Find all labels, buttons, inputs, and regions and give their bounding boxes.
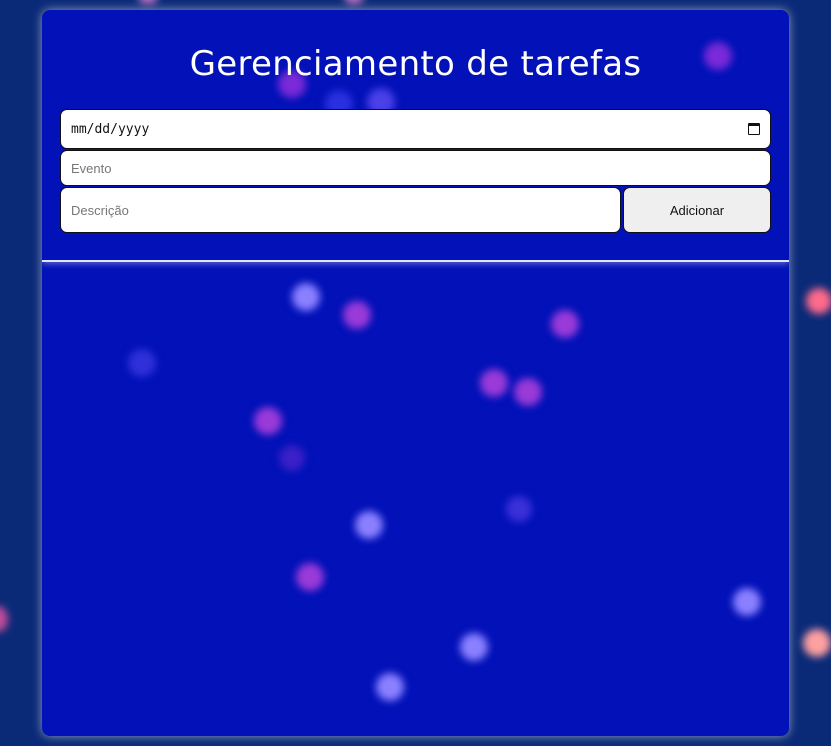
page-title: Gerenciamento de tarefas xyxy=(189,44,642,84)
date-placeholder: mm/dd/yyyy xyxy=(71,121,150,137)
particle xyxy=(0,606,8,632)
form-header: Gerenciamento de tarefas mm/dd/yyyy Even… xyxy=(42,10,789,262)
evento-input[interactable]: Evento xyxy=(60,150,771,186)
descricao-placeholder: Descrição xyxy=(71,202,129,218)
date-input[interactable]: mm/dd/yyyy xyxy=(60,109,771,149)
page-background: Gerenciamento de tarefas mm/dd/yyyy Even… xyxy=(0,0,831,746)
particle xyxy=(803,629,831,657)
task-list xyxy=(42,262,789,736)
add-button[interactable]: Adicionar xyxy=(623,187,771,233)
task-panel: Gerenciamento de tarefas mm/dd/yyyy Even… xyxy=(42,10,789,736)
descricao-input[interactable]: Descrição xyxy=(60,187,621,233)
particle xyxy=(806,288,831,314)
calendar-icon[interactable] xyxy=(748,123,760,135)
evento-placeholder: Evento xyxy=(71,160,112,176)
particle xyxy=(344,0,364,4)
particle xyxy=(138,0,158,4)
